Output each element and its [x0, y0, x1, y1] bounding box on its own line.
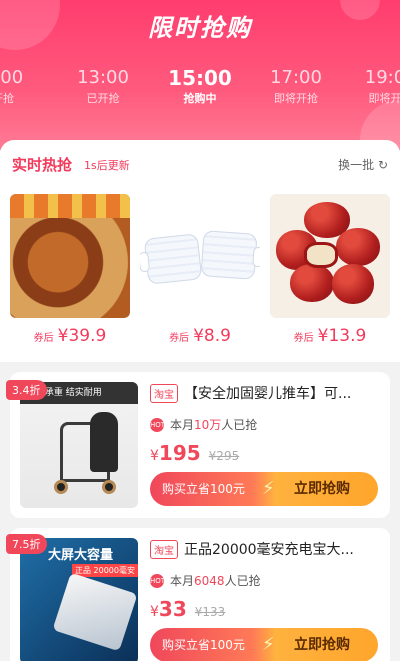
buy-now-button[interactable]: 购买立省100元 ⚡ 立即抢购: [150, 472, 378, 506]
coupon-label: 券后: [293, 333, 314, 344]
time-slot-tab[interactable]: 13:00 已开抢: [58, 66, 148, 108]
product-name[interactable]: 正品20000毫安充电宝大...: [184, 539, 380, 559]
sold-count: HOT 本月 6048 人已抢: [150, 572, 380, 589]
refresh-button[interactable]: 换一批 ↻: [338, 156, 388, 173]
stroller-image: 间 大承重 结实耐用: [20, 382, 138, 508]
time-slot-tab[interactable]: 19:0 即将开: [340, 66, 400, 108]
discount-badge: 7.5折: [6, 534, 47, 554]
stroller-wheel: [54, 480, 68, 494]
product-card[interactable]: 7.5折 大屏大容量 正品 20000毫安 淘宝 正品20000毫安充电宝大..…: [6, 528, 390, 661]
taobao-source-badge: 淘宝: [150, 383, 178, 403]
price-row: ¥33 ¥133: [150, 597, 380, 621]
price-value: ¥8.9: [193, 326, 231, 346]
save-amount-label: 购买立省100元: [162, 482, 245, 496]
sold-prefix: 本月: [170, 574, 195, 588]
slot-time: 17:00: [270, 67, 322, 88]
price-value: ¥13.9: [317, 326, 367, 346]
sold-suffix: 人已抢: [224, 574, 261, 588]
slot-status: 开抢: [0, 92, 14, 105]
time-slot-tab-active[interactable]: 15:00 抢购中: [155, 66, 245, 108]
hot-deal-item[interactable]: 券后 ¥8.9: [140, 194, 260, 354]
red-dates-image: [270, 194, 390, 318]
coupon-label: 券后: [169, 333, 190, 344]
slot-status: 即将开抢: [274, 92, 318, 105]
slot-status: 抢购中: [183, 92, 217, 105]
time-slot-tab[interactable]: 0:00 开抢: [0, 66, 48, 108]
date-fruit: [290, 264, 334, 302]
face-mask-image: [140, 194, 260, 318]
product-title-row: 淘宝 正品20000毫安充电宝大...: [150, 538, 380, 560]
buy-now-label: 立即抢购: [294, 637, 350, 653]
original-price: ¥133: [194, 605, 226, 619]
currency-symbol: ¥: [150, 604, 159, 620]
discount-badge: 3.4折: [6, 380, 47, 400]
current-price: 33: [158, 597, 187, 621]
time-slot-tabs: 0:00 开抢 13:00 已开抢 15:00 抢购中 17:00 即将开抢 1…: [0, 66, 400, 116]
price-value: ¥39.9: [57, 326, 107, 346]
refresh-icon: ↻: [377, 158, 388, 172]
date-fruit: [336, 228, 380, 266]
hot-deals-title: 实时热抢: [12, 156, 73, 174]
hot-icon: HOT: [150, 573, 165, 588]
hot-deal-price: 券后 ¥39.9: [10, 326, 130, 346]
flash-sale-header: 限时抢购 0:00 开抢 13:00 已开抢 15:00 抢购中 17:00 即…: [0, 0, 400, 150]
slot-time: 19:0: [364, 67, 400, 88]
coupon-label: 券后: [33, 333, 54, 344]
person-figure: [90, 412, 118, 472]
date-fruit: [332, 264, 374, 304]
hot-deal-item[interactable]: 券后 ¥39.9: [10, 194, 130, 354]
hot-deals-card: 实时热抢 1s后更新 换一批 ↻ 券后 ¥39.9 券后 ¥8.9 券后 ¥13…: [0, 140, 400, 362]
slot-time: 0:00: [0, 67, 24, 88]
save-amount-label: 购买立省100元: [162, 638, 245, 652]
mask-ear: [140, 251, 151, 273]
original-price: ¥295: [208, 449, 240, 463]
price-row: ¥195 ¥295: [150, 441, 380, 465]
hot-deal-price: 券后 ¥8.9: [140, 326, 260, 346]
product-info: 淘宝 正品20000毫安充电宝大... HOT 本月 6048 人已抢 ¥33 ¥1…: [150, 538, 380, 621]
slot-time: 15:00: [168, 66, 232, 90]
sold-number: 10万: [194, 418, 222, 432]
sold-prefix: 本月: [170, 418, 195, 432]
snack-image: [10, 194, 130, 318]
refresh-label: 换一批: [338, 158, 375, 172]
product-info: 淘宝 【安全加固婴儿推车】可... HOT 本月 10万 人已抢 ¥195 ¥295: [150, 382, 380, 465]
lightning-icon: ⚡: [262, 634, 275, 655]
hot-deals-update-timer: 1s后更新: [84, 159, 130, 172]
product-card[interactable]: 3.4折 间 大承重 结实耐用 淘宝 【安全加固婴儿推车】可... HOT 本月…: [6, 372, 390, 518]
mask-shape: [200, 230, 260, 280]
buy-now-button[interactable]: 购买立省100元 ⚡ 立即抢购: [150, 628, 378, 661]
mask-shape: [140, 233, 203, 285]
product-title-row: 淘宝 【安全加固婴儿推车】可...: [150, 382, 380, 404]
hot-deal-item[interactable]: 券后 ¥13.9: [270, 194, 390, 354]
sold-number: 6048: [194, 573, 225, 588]
image-tag: 正品 20000毫安: [72, 564, 138, 577]
hot-icon: HOT: [150, 417, 165, 432]
power-bank-shape: [52, 572, 138, 652]
snack-package-strip: [10, 194, 130, 218]
currency-symbol: ¥: [150, 448, 159, 464]
date-slice: [304, 242, 338, 268]
slot-time: 13:00: [77, 67, 129, 88]
slot-status: 即将开: [368, 92, 400, 105]
stroller-wheel: [102, 480, 116, 494]
time-slot-tab[interactable]: 17:00 即将开抢: [251, 66, 341, 108]
power-bank-image: 大屏大容量 正品 20000毫安: [20, 538, 138, 661]
product-name[interactable]: 【安全加固婴儿推车】可...: [184, 383, 380, 403]
buy-now-label: 立即抢购: [294, 481, 350, 497]
taobao-source-badge: 淘宝: [150, 539, 178, 559]
page-title: 限时抢购: [148, 14, 252, 42]
sold-suffix: 人已抢: [221, 418, 258, 432]
mask-ear: [252, 246, 260, 268]
slot-status: 已开抢: [86, 92, 120, 105]
lightning-icon: ⚡: [262, 478, 275, 499]
sold-count: HOT 本月 10万 人已抢: [150, 416, 380, 433]
hot-deal-price: 券后 ¥13.9: [270, 326, 390, 346]
current-price: 195: [158, 441, 201, 465]
image-banner-text: 大屏大容量: [48, 548, 114, 563]
